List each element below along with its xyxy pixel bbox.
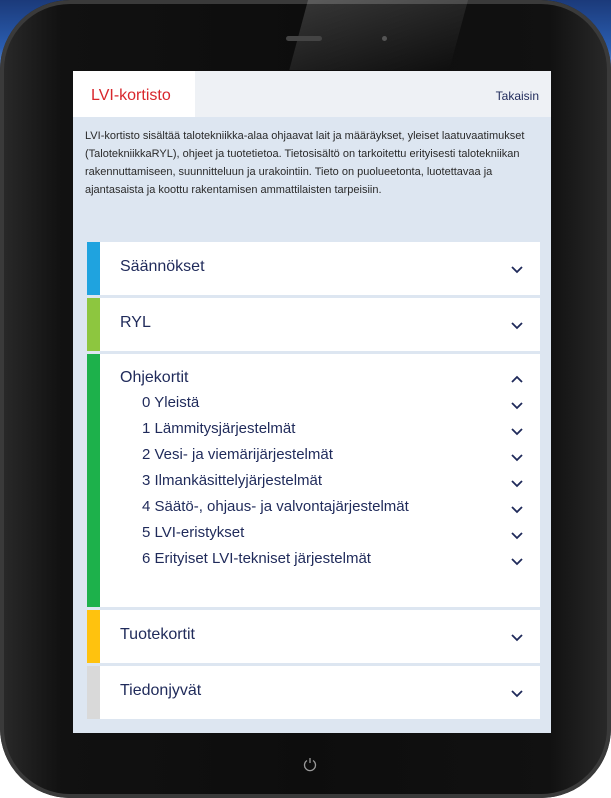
chevron-down-icon[interactable] bbox=[510, 528, 524, 542]
section-label: Säännökset bbox=[120, 258, 205, 275]
camera-icon bbox=[382, 36, 387, 41]
section-color-bar bbox=[87, 354, 100, 607]
chevron-down-icon[interactable] bbox=[510, 398, 524, 412]
section-color-bar bbox=[87, 610, 100, 663]
back-link[interactable]: Takaisin bbox=[496, 71, 539, 117]
section-ryl[interactable]: RYL bbox=[87, 298, 540, 351]
subsection-item[interactable]: 3 Ilmankäsittelyjärjestelmät bbox=[142, 472, 322, 489]
power-icon[interactable] bbox=[302, 756, 318, 772]
section-color-bar bbox=[87, 298, 100, 351]
section-color-bar bbox=[87, 666, 100, 719]
section-saannokset[interactable]: Säännökset bbox=[87, 242, 540, 295]
subsection-item[interactable]: 4 Säätö-, ohjaus- ja valvontajärjestelmä… bbox=[142, 498, 409, 515]
chevron-down-icon[interactable] bbox=[510, 476, 524, 490]
section-tiedonjyvat[interactable]: Tiedonjyvät bbox=[87, 666, 540, 719]
chevron-down-icon[interactable] bbox=[510, 686, 524, 700]
subsection-item[interactable]: 2 Vesi- ja viemärijärjestelmät bbox=[142, 446, 333, 463]
subsection-item[interactable]: 0 Yleistä bbox=[142, 394, 199, 411]
chevron-down-icon[interactable] bbox=[510, 318, 524, 332]
intro-text: LVI-kortisto sisältää talotekniikka-alaa… bbox=[85, 130, 525, 196]
subsection-item[interactable]: 5 LVI-eristykset bbox=[142, 524, 244, 541]
chevron-down-icon[interactable] bbox=[510, 502, 524, 516]
section-label: Tuotekortit bbox=[120, 626, 195, 643]
chevron-down-icon[interactable] bbox=[510, 262, 524, 276]
top-bar: LVI-kortisto Takaisin bbox=[73, 71, 551, 117]
chevron-down-icon[interactable] bbox=[510, 554, 524, 568]
screen: LVI-kortisto Takaisin LVI-kortisto sisäl… bbox=[73, 71, 551, 733]
subsection-item[interactable]: 6 Erityiset LVI-tekniset järjestelmät bbox=[142, 550, 371, 567]
chevron-up-icon[interactable] bbox=[510, 373, 524, 387]
section-label: RYL bbox=[120, 314, 151, 331]
section-tuotekortit[interactable]: Tuotekortit bbox=[87, 610, 540, 663]
chevron-down-icon[interactable] bbox=[510, 424, 524, 438]
section-ohjekortit[interactable]: Ohjekortit 0 Yleistä 1 Lämmitysjärjestel… bbox=[87, 354, 540, 607]
tablet-frame: LVI-kortisto Takaisin LVI-kortisto sisäl… bbox=[0, 0, 611, 798]
chevron-down-icon[interactable] bbox=[510, 450, 524, 464]
chevron-down-icon[interactable] bbox=[510, 630, 524, 644]
section-label: Ohjekortit bbox=[120, 369, 189, 386]
speaker-slot bbox=[286, 36, 322, 41]
section-label: Tiedonjyvät bbox=[120, 682, 202, 699]
subsection-item[interactable]: 1 Lämmitysjärjestelmät bbox=[142, 420, 295, 437]
app-title[interactable]: LVI-kortisto bbox=[73, 71, 195, 117]
section-color-bar bbox=[87, 242, 100, 295]
